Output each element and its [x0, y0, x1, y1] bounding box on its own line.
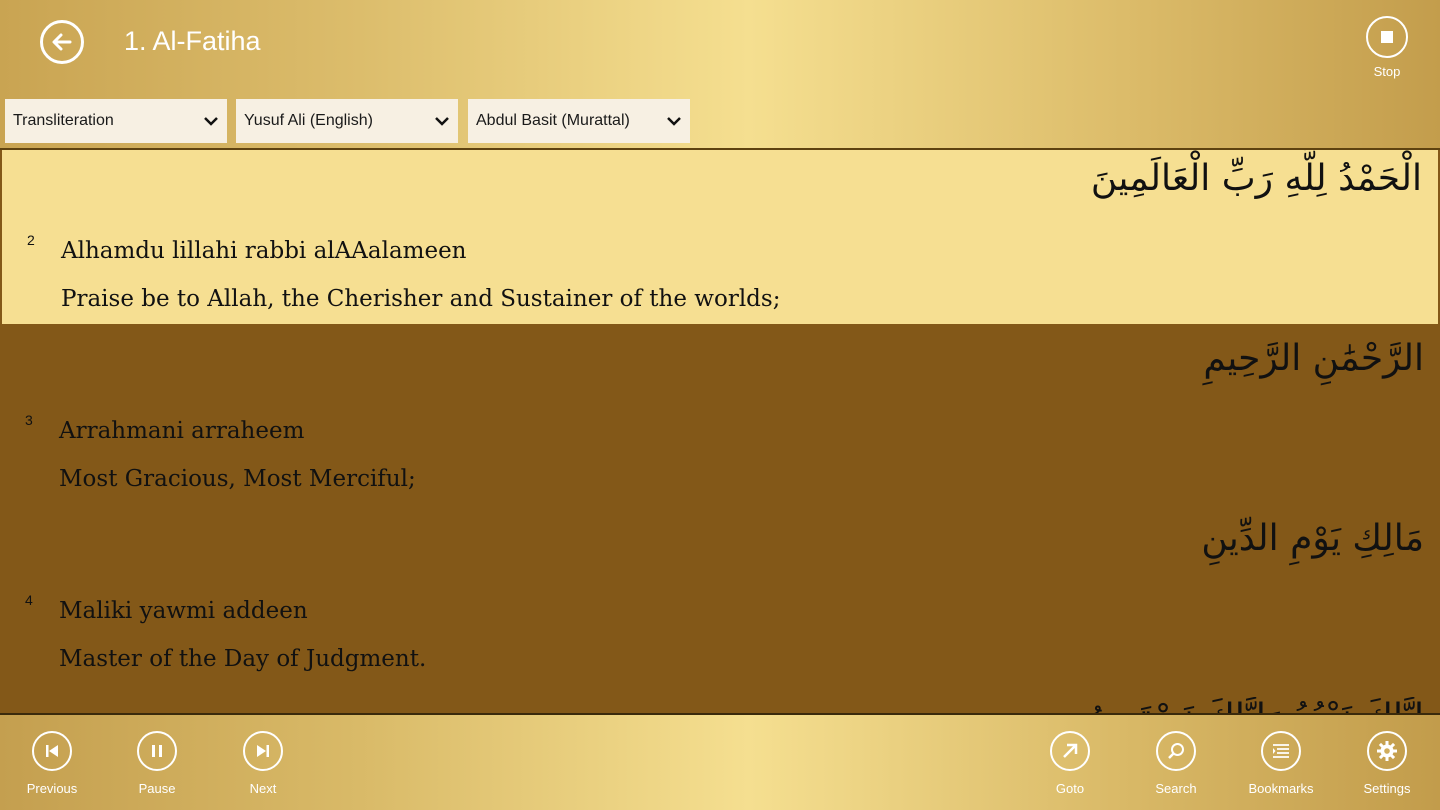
previous-button[interactable]: Previous — [27, 731, 77, 796]
app-bar: Previous Pause Next Goto Search Bookmark… — [0, 713, 1440, 810]
skip-previous-icon — [46, 745, 58, 757]
verse-transliteration: Arrahmani arraheem — [59, 418, 305, 444]
goto-label: Goto — [1055, 781, 1085, 796]
search-button[interactable]: Search — [1155, 731, 1197, 796]
search-icon — [1168, 743, 1184, 759]
skip-next-icon — [257, 745, 269, 757]
next-circle — [243, 731, 283, 771]
verse-number: 2 — [27, 232, 35, 248]
previous-label: Previous — [26, 781, 78, 796]
bookmarks-circle — [1261, 731, 1301, 771]
verse-arabic: الرَّحْمَٰنِ الرَّحِيمِ — [1203, 338, 1424, 379]
verse-translation: Master of the Day of Judgment. — [59, 646, 427, 672]
verse-number: 4 — [25, 592, 33, 608]
bookmarks-button[interactable]: Bookmarks — [1248, 731, 1314, 796]
pause-icon — [152, 745, 162, 757]
verse-number: 3 — [25, 412, 33, 428]
back-button[interactable] — [40, 20, 84, 64]
settings-button[interactable]: Settings — [1364, 731, 1410, 796]
translation-value: Yusuf Ali (English) — [244, 112, 373, 129]
next-button[interactable]: Next — [243, 731, 283, 796]
back-arrow-icon — [52, 33, 72, 51]
next-label: Next — [249, 781, 277, 796]
chevron-down-icon — [667, 117, 681, 126]
stop-label: Stop — [1373, 64, 1401, 79]
app-header: 1. Al-Fatiha Stop Transliteration Yusuf … — [0, 0, 1440, 148]
previous-circle — [32, 731, 72, 771]
chevron-down-icon — [204, 117, 218, 126]
verse-transliteration: Maliki yawmi addeen — [59, 598, 308, 624]
settings-circle — [1367, 731, 1407, 771]
bookmarks-label: Bookmarks — [1248, 781, 1314, 796]
pause-button[interactable]: Pause — [137, 731, 177, 796]
pause-label: Pause — [138, 781, 176, 796]
verse-translation: Praise be to Allah, the Cherisher and Su… — [61, 286, 781, 312]
search-circle — [1156, 731, 1196, 771]
verse-item[interactable]: الرَّحْمَٰنِ الرَّحِيمِ 3 Arrahmani arra… — [0, 330, 1440, 506]
search-label: Search — [1155, 781, 1197, 796]
text-mode-dropdown[interactable]: Transliteration — [5, 99, 227, 143]
goto-arrow-icon — [1063, 743, 1078, 758]
settings-label: Settings — [1363, 781, 1411, 796]
verse-item-selected[interactable]: الْحَمْدُ لِلَّهِ رَبِّ الْعَالَمِينَ 2 … — [2, 150, 1438, 324]
verse-translation: Most Gracious, Most Merciful; — [59, 466, 416, 492]
pause-circle — [137, 731, 177, 771]
translation-dropdown[interactable]: Yusuf Ali (English) — [236, 99, 458, 143]
verse-list[interactable]: الْحَمْدُ لِلَّهِ رَبِّ الْعَالَمِينَ 2 … — [0, 148, 1440, 715]
goto-button[interactable]: Goto — [1050, 731, 1090, 796]
verse-arabic: مَالِكِ يَوْمِ الدِّينِ — [1201, 518, 1424, 559]
goto-circle — [1050, 731, 1090, 771]
chevron-down-icon — [435, 117, 449, 126]
gear-icon — [1377, 741, 1397, 761]
verse-transliteration: Alhamdu lillahi rabbi alAAalameen — [61, 238, 467, 264]
bookmarks-list-icon — [1273, 744, 1289, 758]
reciter-dropdown[interactable]: Abdul Basit (Murattal) — [468, 99, 690, 143]
page-title: 1. Al-Fatiha — [124, 26, 261, 56]
stop-icon — [1381, 31, 1393, 43]
text-mode-value: Transliteration — [13, 112, 114, 129]
reciter-value: Abdul Basit (Murattal) — [476, 112, 630, 129]
stop-button[interactable] — [1366, 16, 1408, 58]
verse-arabic: الْحَمْدُ لِلَّهِ رَبِّ الْعَالَمِينَ — [1090, 158, 1422, 199]
verse-item[interactable]: مَالِكِ يَوْمِ الدِّينِ 4 Maliki yawmi a… — [0, 510, 1440, 686]
